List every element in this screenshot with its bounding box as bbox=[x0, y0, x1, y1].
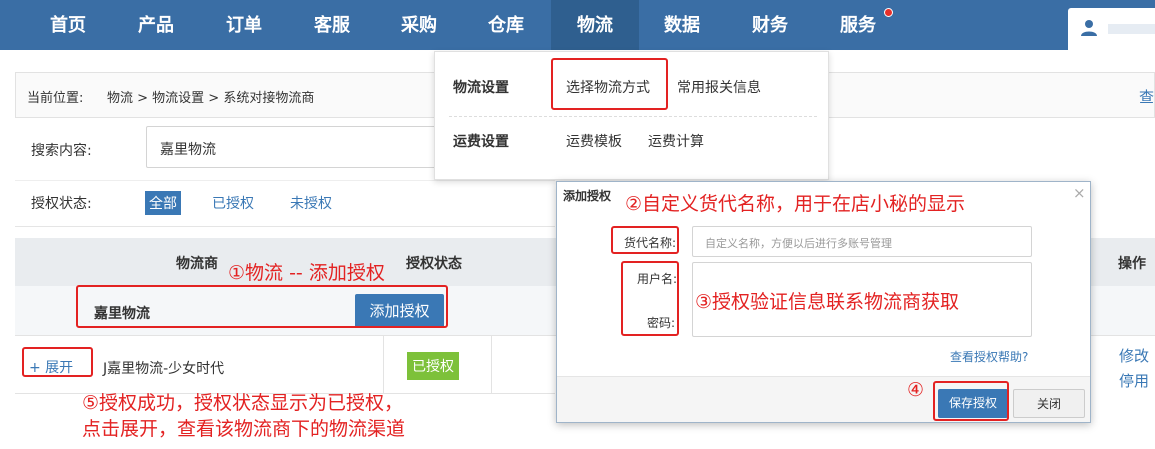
annotation-2: ②自定义货代名称，用于在店小秘的显示 bbox=[625, 193, 966, 215]
row-provider-name: J嘉里物流-少女时代 bbox=[103, 361, 225, 377]
annotation-box bbox=[551, 58, 668, 110]
breadcrumb-prefix: 当前位置: bbox=[27, 91, 84, 106]
menu-freight-template[interactable]: 运费模板 bbox=[566, 131, 622, 151]
nav-data[interactable]: 数据 bbox=[638, 0, 726, 50]
nav-customer-service[interactable]: 客服 bbox=[288, 0, 376, 50]
col-actions: 操作 bbox=[1118, 256, 1146, 272]
divider bbox=[491, 336, 492, 394]
close-icon[interactable]: × bbox=[1073, 184, 1086, 202]
search-label: 搜索内容: bbox=[31, 143, 92, 159]
search-input-value: 嘉里物流 bbox=[160, 142, 216, 158]
auth-filter-authorized[interactable]: 已授权 bbox=[212, 193, 254, 213]
logistics-dropdown: 物流设置 选择物流方式 常用报关信息 运费设置 运费模板 运费计算 bbox=[434, 51, 829, 180]
user-icon bbox=[1081, 20, 1097, 36]
col-status: 授权状态 bbox=[406, 256, 462, 272]
annotation-box bbox=[22, 347, 93, 377]
action-edit[interactable]: 修改 bbox=[1119, 345, 1149, 366]
nav-purchasing[interactable]: 采购 bbox=[375, 0, 463, 50]
help-link[interactable]: 查看授权帮助? bbox=[950, 348, 1028, 365]
auth-filter-unauthorized[interactable]: 未授权 bbox=[290, 193, 332, 213]
annotation-box bbox=[611, 226, 679, 254]
dropdown-group-logistics-settings: 物流设置 bbox=[453, 80, 509, 96]
annotation-5-line2: 点击展开，查看该物流商下的物流渠道 bbox=[82, 418, 406, 440]
action-disable[interactable]: 停用 bbox=[1119, 370, 1149, 391]
modal-footer bbox=[557, 376, 1090, 422]
annotation-3: ③授权验证信息联系物流商获取 bbox=[695, 291, 960, 313]
breadcrumb-right-link[interactable]: 查 bbox=[1139, 86, 1154, 107]
top-nav: 首页 产品 订单 客服 采购 仓库 物流 数据 财务 服务 bbox=[0, 0, 1155, 50]
annotation-1: ①物流 -- 添加授权 bbox=[228, 262, 385, 284]
nav-orders[interactable]: 订单 bbox=[200, 0, 288, 50]
username-placeholder bbox=[1108, 24, 1155, 34]
menu-customs-info[interactable]: 常用报关信息 bbox=[677, 77, 761, 97]
annotation-box bbox=[621, 261, 679, 336]
nav-finance[interactable]: 财务 bbox=[726, 0, 814, 50]
table-row bbox=[15, 336, 555, 394]
add-auth-modal: 添加授权 × 货代名称: 自定义名称，方便以后进行多账号管理 用户名: 密码: … bbox=[556, 181, 1091, 423]
close-button[interactable]: 关闭 bbox=[1013, 389, 1085, 418]
divider bbox=[15, 226, 555, 227]
modal-title: 添加授权 bbox=[563, 189, 612, 203]
notification-dot bbox=[884, 8, 893, 17]
auth-filter-label: 授权状态: bbox=[31, 196, 92, 212]
divider bbox=[449, 116, 817, 117]
col-provider: 物流商 bbox=[176, 256, 218, 272]
annotation-box bbox=[933, 381, 1009, 421]
annotation-5-line1: ⑤授权成功，授权状态显示为已授权， bbox=[82, 392, 404, 414]
menu-freight-calc[interactable]: 运费计算 bbox=[648, 131, 704, 151]
auth-filter-all[interactable]: 全部 bbox=[145, 191, 181, 215]
nav-logistics[interactable]: 物流 bbox=[551, 0, 639, 50]
divider bbox=[15, 180, 555, 181]
annotation-4: ④ bbox=[907, 379, 925, 401]
user-menu[interactable] bbox=[1068, 8, 1155, 50]
nav-warehouse[interactable]: 仓库 bbox=[462, 0, 550, 50]
dropdown-group-freight-settings: 运费设置 bbox=[453, 134, 509, 150]
breadcrumb-path[interactable]: 物流 > 物流设置 > 系统对接物流商 bbox=[107, 87, 314, 106]
alias-input-placeholder: 自定义名称，方便以后进行多账号管理 bbox=[705, 237, 892, 250]
annotation-box bbox=[76, 285, 448, 328]
status-badge: 已授权 bbox=[407, 352, 459, 380]
nav-home[interactable]: 首页 bbox=[24, 0, 112, 50]
nav-products[interactable]: 产品 bbox=[112, 0, 200, 50]
divider bbox=[383, 336, 384, 394]
